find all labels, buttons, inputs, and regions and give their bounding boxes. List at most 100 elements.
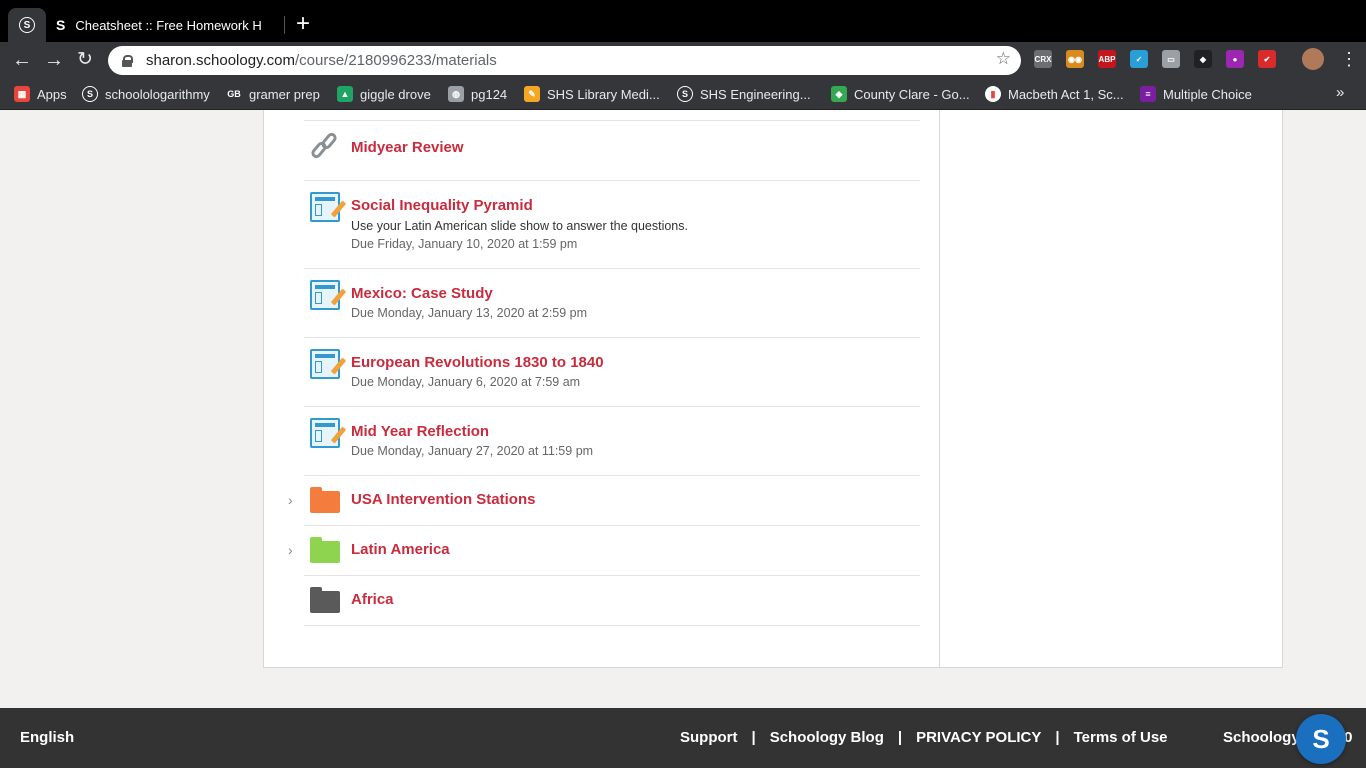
bookmark-label: Apps: [37, 86, 67, 102]
tab-title: Cheatsheet :: Free Homework H: [75, 17, 262, 33]
footer-link-blog[interactable]: Schoology Blog: [770, 729, 884, 746]
bookmark-county-clare-go[interactable]: ◆ County Clare - Go...: [831, 86, 970, 102]
folder-icon: [310, 537, 340, 563]
bookmark-label: schoolologarithmy: [105, 86, 210, 102]
material-item-folder: Africa: [304, 576, 920, 626]
material-title-link[interactable]: Mexico: Case Study: [351, 285, 920, 303]
bookmark-label: pg124: [471, 86, 508, 102]
url-host: sharon.schoology.com: [146, 52, 295, 69]
bookmark-apps[interactable]: ▦ Apps: [14, 86, 67, 102]
material-item-assignment: Social Inequality Pyramid Use your Latin …: [304, 181, 920, 269]
forward-arrow-icon[interactable]: →: [44, 48, 64, 72]
material-text: Mid Year Reflection Due Monday, January 2…: [351, 407, 920, 459]
material-title-link[interactable]: Midyear Review: [351, 139, 920, 157]
dark-extension-icon[interactable]: ◆: [1194, 50, 1212, 68]
bookmark-label: County Clare - Go...: [854, 86, 970, 102]
folder-icon: [310, 487, 340, 513]
bookmark-shs-engineering[interactable]: S SHS Engineering...: [677, 86, 811, 102]
footer-separator: |: [1055, 729, 1060, 746]
folder-icon: [310, 587, 340, 613]
apps-grid-icon: ▦: [14, 86, 30, 102]
schoology-help-badge[interactable]: S: [1296, 714, 1346, 764]
footer-link-terms[interactable]: Terms of Use: [1074, 729, 1168, 746]
material-text: USA Intervention Stations: [351, 476, 920, 509]
reload-icon[interactable]: ↻: [77, 48, 93, 72]
materials-list: Midyear Review Social Inequality Pyramid U…: [288, 120, 920, 626]
briefcase-extension-icon[interactable]: ▭: [1162, 50, 1180, 68]
material-item-assignment: Mid Year Reflection Due Monday, January 2…: [304, 407, 920, 476]
footer: English Support | Schoology Blog | PRIVACY P…: [0, 708, 1366, 768]
material-text: Africa: [351, 576, 920, 609]
assignment-icon: [310, 418, 347, 448]
material-due-date: Due Friday, January 10, 2020 at 1:59 pm: [351, 237, 578, 251]
material-title-link[interactable]: Latin America: [351, 541, 920, 559]
browser-toolbar: ← → ↻ sharon.schoology.com/course/218099…: [0, 42, 1366, 78]
material-text: Mexico: Case Study Due Monday, January 13…: [351, 269, 920, 321]
material-title-link[interactable]: Mid Year Reflection: [351, 423, 920, 441]
right-column-divider: [939, 110, 940, 667]
library-icon: ✎: [524, 86, 540, 102]
browser-menu-icon[interactable]: ⋮: [1340, 48, 1358, 70]
lock-icon: [122, 54, 133, 67]
bookmark-label: Macbeth Act 1, Sc...: [1008, 86, 1124, 102]
gb-icon: GB: [226, 86, 242, 102]
colorful-extension-icon[interactable]: ●: [1226, 50, 1244, 68]
bookmark-pg124[interactable]: ◍ pg124: [448, 86, 507, 102]
footer-link-privacy[interactable]: PRIVACY POLICY: [916, 729, 1041, 746]
tab-cheatsheet[interactable]: S Cheatsheet :: Free Homework H: [46, 8, 282, 42]
footer-separator: |: [897, 729, 903, 746]
google-drive-icon: ▲: [337, 86, 353, 102]
material-due-date: Due Monday, January 27, 2020 at 11:59 pm: [351, 444, 594, 458]
bookmark-label: Multiple Choice: [1163, 86, 1252, 102]
bookmark-label: giggle drove: [360, 86, 431, 102]
language-selector[interactable]: English: [20, 729, 74, 746]
material-title-link[interactable]: Social Inequality Pyramid: [351, 197, 920, 215]
bookmark-multiple-choice[interactable]: ≡ Multiple Choice: [1140, 86, 1252, 102]
material-due-date: Due Monday, January 6, 2020 at 7:59 am: [351, 375, 581, 389]
owl-extension-icon[interactable]: ◉◉: [1066, 50, 1084, 68]
link-icon: [309, 130, 340, 161]
bookmark-giggle-drove[interactable]: ▲ giggle drove: [337, 86, 431, 102]
bookmark-star-icon[interactable]: ☆: [996, 49, 1011, 69]
profile-avatar[interactable]: [1302, 48, 1324, 70]
schoology-favicon-icon: S: [19, 17, 35, 33]
bookmarks-overflow-icon[interactable]: »: [1336, 84, 1344, 101]
material-due-date: Due Monday, January 13, 2020 at 2:59 pm: [351, 306, 588, 320]
url-path: /course/2180996233/materials: [294, 52, 497, 69]
chart-icon: ▮: [985, 86, 1001, 102]
material-text: European Revolutions 1830 to 1840 Due Mon…: [351, 338, 920, 390]
pinned-tab[interactable]: S: [8, 8, 46, 42]
material-title-link[interactable]: Africa: [351, 591, 920, 609]
schoology-icon: S: [82, 86, 98, 102]
expand-chevron-icon[interactable]: ›: [288, 542, 293, 558]
material-item-assignment: Mexico: Case Study Due Monday, January 13…: [304, 269, 920, 338]
address-bar[interactable]: sharon.schoology.com/course/2180996233/m…: [108, 46, 1021, 75]
bookmark-gramer-prep[interactable]: GB gramer prep: [226, 86, 320, 102]
schoology-icon: S: [677, 86, 693, 102]
material-item-link: Midyear Review: [304, 121, 920, 181]
adblock-plus-icon[interactable]: ABP: [1098, 50, 1116, 68]
assignment-icon: [310, 192, 347, 222]
bookmark-label: SHS Engineering...: [700, 86, 811, 102]
new-tab-plus-icon[interactable]: +: [296, 12, 310, 36]
crx-extension-icon[interactable]: CRX: [1034, 50, 1052, 68]
footer-link-support[interactable]: Support: [680, 729, 738, 746]
back-arrow-icon[interactable]: ←: [12, 48, 32, 72]
material-text: Social Inequality Pyramid Use your Latin …: [351, 181, 920, 252]
material-title-link[interactable]: USA Intervention Stations: [351, 491, 920, 509]
maps-icon: ◆: [831, 86, 847, 102]
material-title-link[interactable]: European Revolutions 1830 to 1840: [351, 354, 920, 372]
red-check-extension-icon[interactable]: ✔: [1258, 50, 1276, 68]
bookmark-schoolologarithmy[interactable]: Sschoolologarithmy: [82, 86, 210, 102]
bookmark-label: gramer prep: [249, 86, 320, 102]
expand-chevron-icon[interactable]: ›: [288, 492, 293, 508]
tab-divider: [284, 16, 285, 34]
bookmark-macbeth-act-1-sc[interactable]: ▮ Macbeth Act 1, Sc...: [985, 86, 1124, 102]
bookmark-label: SHS Library Medi...: [547, 86, 660, 102]
course-materials-panel: Midyear Review Social Inequality Pyramid U…: [263, 110, 1283, 668]
list-icon: ≡: [1140, 86, 1156, 102]
chart-extension-icon[interactable]: ✓: [1130, 50, 1148, 68]
material-description: Use your Latin American slide show to an…: [351, 219, 688, 233]
bookmark-shs-library-medi[interactable]: ✎ SHS Library Medi...: [524, 86, 660, 102]
material-item-assignment: European Revolutions 1830 to 1840 Due Mon…: [304, 338, 920, 407]
